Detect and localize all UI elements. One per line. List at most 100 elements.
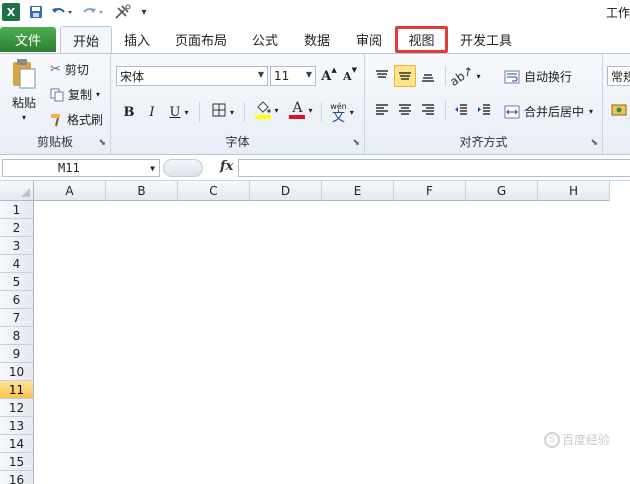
watermark-text: 百度经验 <box>561 433 610 447</box>
underline-button[interactable]: U ▾ <box>164 101 194 123</box>
fill-color-button[interactable]: ▾ <box>251 99 283 121</box>
row-header-3[interactable]: 3 <box>0 237 34 255</box>
alignment-launcher-icon[interactable]: ⬊ <box>590 138 598 148</box>
decrease-indent-button[interactable] <box>450 99 472 121</box>
orientation-icon: ab↗ <box>447 63 477 89</box>
tab-developer[interactable]: 开发工具 <box>453 26 519 53</box>
font-size-combo[interactable]: 11 ▼ <box>270 66 316 86</box>
row-header-2[interactable]: 2 <box>0 219 34 237</box>
align-top-button[interactable] <box>371 65 393 87</box>
clipboard-group: 粘贴 ▾ ✂ 剪切 复制 ▾ 格式刷 剪贴板 ⬊ <box>0 54 111 154</box>
paintbrush-icon <box>50 113 64 127</box>
align-bottom-button[interactable] <box>417 65 439 87</box>
font-name-dropdown-icon: ▼ <box>257 70 264 79</box>
paste-dropdown-icon: ▾ <box>21 113 26 122</box>
row-header-6[interactable]: 6 <box>0 291 34 309</box>
font-launcher-icon[interactable]: ⬊ <box>352 138 360 148</box>
number-group: 常规 <box>603 54 630 154</box>
formula-bar: M11 ▼ fx <box>0 155 630 181</box>
customize-quick-access-icon[interactable]: ▾ <box>138 3 150 21</box>
copy-icon <box>50 88 64 102</box>
cut-button[interactable]: ✂ 剪切 <box>50 61 89 78</box>
bold-button[interactable]: B <box>118 101 140 123</box>
tab-formulas[interactable]: 公式 <box>244 26 286 53</box>
clipboard-group-label: 剪贴板 <box>36 135 73 149</box>
row-header-4[interactable]: 4 <box>0 255 34 273</box>
column-header-a[interactable]: A <box>34 181 106 201</box>
font-color-button[interactable]: A ▾ <box>285 99 317 121</box>
row-header-5[interactable]: 5 <box>0 273 34 291</box>
increase-indent-button[interactable] <box>473 99 495 121</box>
clipboard-launcher-icon[interactable]: ⬊ <box>98 138 106 148</box>
merge-center-button[interactable]: 合并后居中 ▾ <box>504 103 593 120</box>
tab-insert[interactable]: 插入 <box>115 26 159 53</box>
redo-icon[interactable] <box>80 3 106 21</box>
name-box[interactable]: M11 ▼ <box>2 159 160 177</box>
row-header-9[interactable]: 9 <box>0 345 34 363</box>
wrap-text-label: 自动换行 <box>524 70 573 84</box>
select-all-button[interactable] <box>0 181 34 201</box>
align-center-button[interactable] <box>394 99 416 121</box>
save-icon[interactable] <box>27 3 45 21</box>
title-bar: X ▾ 工作 <box>0 0 630 26</box>
undo-icon[interactable] <box>49 3 75 21</box>
tab-review[interactable]: 审阅 <box>348 26 390 53</box>
row-header-16[interactable]: 16 <box>0 471 34 484</box>
row-header-10[interactable]: 10 <box>0 363 34 381</box>
font-name-combo[interactable]: 宋体 ▼ <box>116 66 268 86</box>
row-header-1[interactable]: 1 <box>0 201 34 219</box>
column-header-e[interactable]: E <box>322 181 394 201</box>
font-size-dropdown-icon: ▼ <box>305 70 312 79</box>
copy-dropdown-icon: ▾ <box>96 90 101 99</box>
row-header-15[interactable]: 15 <box>0 453 34 471</box>
row-header-8[interactable]: 8 <box>0 327 34 345</box>
increase-font-icon: A <box>321 68 332 84</box>
row-header-11[interactable]: 11 <box>0 381 34 399</box>
align-middle-button[interactable] <box>394 65 416 87</box>
row-header-13[interactable]: 13 <box>0 417 34 435</box>
tab-data[interactable]: 数据 <box>296 26 338 53</box>
column-header-g[interactable]: G <box>466 181 538 201</box>
decrease-font-icon: A <box>343 69 352 83</box>
align-right-button[interactable] <box>417 99 439 121</box>
number-format-value: 常规 <box>611 69 630 84</box>
font-size-value: 11 <box>274 69 290 83</box>
format-painter-label: 格式刷 <box>67 113 104 127</box>
customize-tools-icon[interactable] <box>112 3 134 21</box>
column-header-h[interactable]: H <box>538 181 610 201</box>
orientation-button[interactable]: ab↗ ▾ <box>447 63 481 89</box>
ribbon-tabs: 文件 开始 插入 页面布局 公式 数据 审阅 视图 开发工具 <box>0 26 630 53</box>
format-painter-button[interactable]: 格式刷 <box>50 111 103 128</box>
column-header-f[interactable]: F <box>394 181 466 201</box>
excel-logo-icon: X <box>2 3 20 21</box>
decrease-font-button[interactable]: A ▼ <box>339 65 361 87</box>
tab-home[interactable]: 开始 <box>60 26 112 53</box>
tab-file[interactable]: 文件 <box>0 27 56 52</box>
accounting-format-icon[interactable] <box>608 99 630 121</box>
column-header-b[interactable]: B <box>106 181 178 201</box>
row-header-14[interactable]: 14 <box>0 435 34 453</box>
paste-button[interactable]: 粘贴 ▾ <box>8 58 40 122</box>
formula-input[interactable] <box>238 159 630 177</box>
wrap-text-button[interactable]: 自动换行 <box>504 68 572 85</box>
phonetic-button[interactable]: wén 文 ▾ <box>325 99 359 125</box>
font-group-label: 字体 <box>225 135 250 149</box>
tab-view[interactable]: 视图 <box>395 26 448 53</box>
align-left-button[interactable] <box>371 99 393 121</box>
increase-font-button[interactable]: A ▲ <box>318 65 340 87</box>
row-header-7[interactable]: 7 <box>0 309 34 327</box>
insert-function-icon[interactable]: fx <box>220 159 233 174</box>
baidu-jingyan-logo-icon: S <box>543 431 560 448</box>
tab-page-layout[interactable]: 页面布局 <box>168 26 234 53</box>
column-header-d[interactable]: D <box>250 181 322 201</box>
row-header-12[interactable]: 12 <box>0 399 34 417</box>
align-separator-2 <box>445 100 446 120</box>
number-format-combo[interactable]: 常规 <box>607 66 630 86</box>
spreadsheet-grid[interactable]: ABCDEFGH 1 2 3 4 5 6 7 8 9 10 11 12 13 14 15 16 <box>0 181 630 484</box>
copy-button[interactable]: 复制 ▾ <box>50 86 100 103</box>
borders-button[interactable]: ▾ <box>206 101 240 123</box>
italic-button[interactable]: I <box>141 101 163 123</box>
wrap-text-icon <box>504 70 520 84</box>
merge-center-icon <box>504 105 520 119</box>
column-header-c[interactable]: C <box>178 181 250 201</box>
